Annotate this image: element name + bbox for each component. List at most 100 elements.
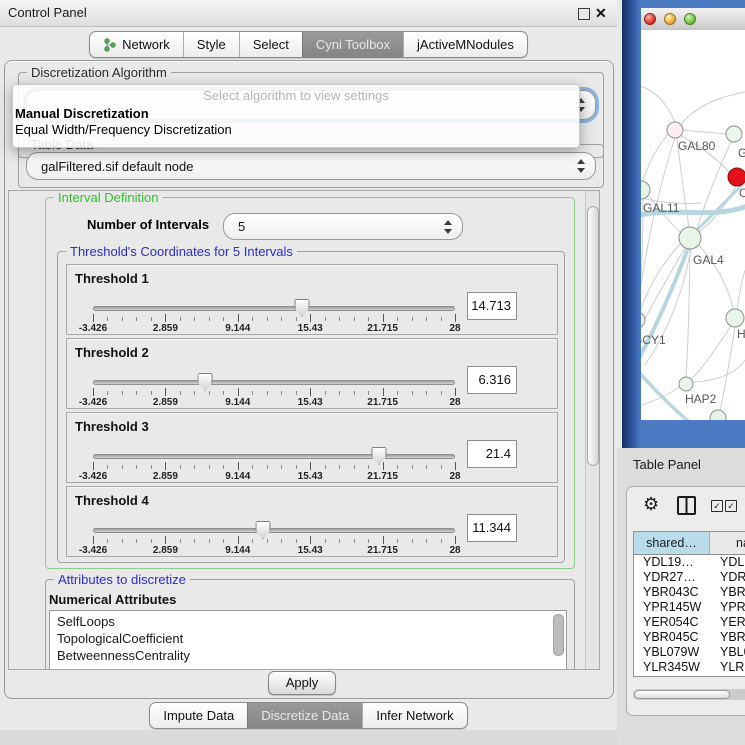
tick-mark (122, 465, 123, 469)
table-cell[interactable]: YBL079W (634, 645, 709, 660)
list-item[interactable]: TopologicalCoefficient (50, 630, 566, 647)
close-traffic-light-icon[interactable] (644, 13, 656, 25)
popup-item-manual-discretization[interactable]: Manual Discretization (15, 106, 149, 122)
tab-discretize-data[interactable]: Discretize Data (247, 703, 362, 728)
slider-track[interactable] (93, 306, 455, 311)
slider-ticks (93, 462, 455, 470)
gear-icon[interactable]: ⚙ (643, 493, 659, 515)
tick-mark (281, 539, 282, 543)
tick-mark (180, 465, 181, 469)
table-cell[interactable]: YBR045C (634, 630, 709, 645)
network-node[interactable] (726, 126, 742, 142)
network-node[interactable] (679, 227, 701, 249)
list-scrollbar-thumb[interactable] (553, 614, 564, 656)
slider-scale-labels: -3.4262.8599.14415.4321.71528 (93, 323, 455, 334)
tick-mark (209, 465, 210, 469)
threshold-value-field[interactable]: 11.344 (467, 514, 517, 542)
table-cell[interactable]: YDL1 (709, 555, 745, 570)
table-cell[interactable]: YIL0 (709, 675, 745, 677)
list-item[interactable]: SelfLoops (50, 613, 566, 630)
tab-infer-network[interactable]: Infer Network (362, 703, 466, 728)
scale-label: 15.43 (298, 397, 323, 408)
table-cell[interactable]: YBL0 (709, 645, 745, 660)
table-row[interactable]: YLR345WYLR3 (634, 660, 745, 675)
settings-scrollbar-thumb[interactable] (587, 206, 599, 466)
network-node[interactable] (728, 168, 745, 186)
network-node[interactable] (641, 312, 645, 328)
table-cell[interactable]: YDL19… (634, 555, 709, 570)
tick-mark (107, 465, 108, 469)
tab-impute-data[interactable]: Impute Data (150, 703, 247, 728)
table-cell[interactable]: YPR1 (709, 600, 745, 615)
table-row[interactable]: YBR045CYBR0 (634, 630, 745, 645)
tab-jactivemnodules[interactable]: jActiveMNodules (403, 32, 527, 57)
table-row[interactable]: YBR043CYBR0 (634, 585, 745, 600)
slider-track[interactable] (93, 528, 455, 533)
table-hscrollbar-thumb[interactable] (634, 690, 730, 699)
network-node[interactable] (726, 309, 744, 327)
slider-track[interactable] (93, 454, 455, 459)
settings-scrollbar-track[interactable] (585, 191, 599, 669)
column-header-shared[interactable]: shared… (634, 532, 710, 554)
table-cell[interactable]: YBR0 (709, 630, 745, 645)
apply-button[interactable]: Apply (268, 671, 336, 695)
tick-mark (412, 391, 413, 395)
tab-network[interactable]: Network (90, 32, 183, 57)
tick-mark (354, 391, 355, 395)
tick-mark (194, 391, 195, 395)
table-cell[interactable]: YER0 (709, 615, 745, 630)
threshold-value-field[interactable]: 21.4 (467, 440, 517, 468)
table-cell[interactable]: YBR0 (709, 585, 745, 600)
table-row[interactable]: YIL052CYIL0 (634, 675, 745, 677)
table-cell[interactable]: YIL052C (634, 675, 709, 677)
table-row[interactable]: YER054CYER0 (634, 615, 745, 630)
table-row[interactable]: YBL079WYBL0 (634, 645, 745, 660)
tab-select[interactable]: Select (239, 32, 302, 57)
scale-label: -3.426 (79, 545, 107, 556)
network-node-label: GCY1 (641, 333, 666, 347)
table-cell[interactable]: YER054C (634, 615, 709, 630)
table-cell[interactable]: YDR27… (634, 570, 709, 585)
cyni-bottom-tabbar: Impute DataDiscretize DataInfer Network (0, 702, 617, 729)
slider-ticks (93, 536, 455, 544)
tab-style[interactable]: Style (183, 32, 239, 57)
tick-mark (107, 391, 108, 395)
table-data-combobox[interactable]: galFiltered.sif default node (26, 152, 596, 180)
slider-ticks (93, 314, 455, 322)
split-columns-icon[interactable] (677, 496, 696, 515)
table-hscrollbar-track[interactable] (633, 689, 745, 700)
tick-mark (136, 317, 137, 321)
table-cell[interactable]: YPR145W (634, 600, 709, 615)
checkbox-icon[interactable]: ✓ (725, 500, 737, 512)
table-row[interactable]: YDR27…YDR2 (634, 570, 745, 585)
threshold-value-field[interactable]: 6.316 (467, 366, 517, 394)
network-node[interactable] (710, 410, 726, 420)
slider-track[interactable] (93, 380, 455, 385)
tab-cyni-toolbox[interactable]: Cyni Toolbox (302, 32, 403, 57)
tick-mark (441, 391, 442, 395)
checkbox-icon[interactable]: ✓ (711, 500, 723, 512)
number-of-intervals-combobox[interactable]: 5 (223, 213, 463, 240)
threshold-value-field[interactable]: 14.713 (467, 292, 517, 320)
table-row[interactable]: YPR145WYPR1 (634, 600, 745, 615)
close-icon[interactable]: ✕ (595, 4, 607, 22)
network-node[interactable] (667, 122, 683, 138)
tick-mark (296, 465, 297, 469)
zoom-traffic-light-icon[interactable] (684, 13, 696, 25)
popup-item-equal-width-frequency[interactable]: Equal Width/Frequency Discretization (15, 122, 232, 138)
table-cell[interactable]: YBR043C (634, 585, 709, 600)
list-item[interactable]: BetweennessCentrality (50, 647, 566, 664)
minimize-traffic-light-icon[interactable] (664, 13, 676, 25)
table-cell[interactable]: YLR3 (709, 660, 745, 675)
control-panel-tabbar: NetworkStyleSelectCyni ToolboxjActiveMNo… (0, 31, 617, 58)
tick-mark (267, 317, 268, 321)
table-row[interactable]: YDL19…YDL1 (634, 555, 745, 570)
column-header-name[interactable]: na (710, 532, 745, 554)
network-node[interactable] (679, 377, 693, 391)
tick-mark (383, 388, 384, 396)
float-window-icon[interactable] (578, 8, 590, 20)
tick-mark (339, 465, 340, 469)
network-canvas[interactable]: GAL80GAGAL11CGAL4GCY1HHAP2 (641, 30, 745, 420)
table-cell[interactable]: YLR345W (634, 660, 709, 675)
table-cell[interactable]: YDR2 (709, 570, 745, 585)
